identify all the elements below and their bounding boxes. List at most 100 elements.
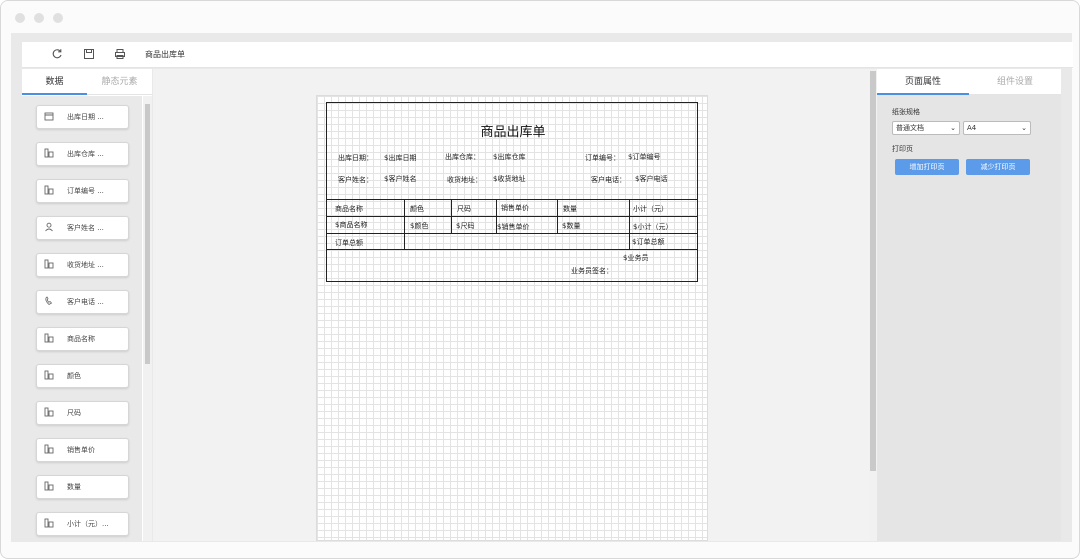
tab-page-properties[interactable]: 页面属性 <box>877 69 969 95</box>
paper-spec-label: 纸张规格 <box>892 108 920 116</box>
table-header-cell[interactable]: 尺码 <box>457 204 471 214</box>
window-control-dot[interactable] <box>53 13 63 23</box>
scrollbar-thumb[interactable] <box>145 104 150 364</box>
data-item-label: 尺码 <box>67 409 81 417</box>
order-no-value[interactable]: $订单编号 <box>628 152 660 162</box>
table-header-cell[interactable]: 销售单价 <box>501 203 529 213</box>
outbound-form[interactable]: 商品出库单 出库日期： $出库日期 出库仓库： $出库仓库 订单编号： $订单编… <box>326 102 698 282</box>
data-item-customer-name[interactable]: 客户姓名 ... <box>36 216 129 240</box>
customer-name-label[interactable]: 客户姓名： <box>338 175 373 185</box>
address-value[interactable]: $收货地址 <box>493 174 525 184</box>
table-header-cell[interactable]: 颜色 <box>410 204 424 214</box>
field-icon <box>43 518 55 530</box>
data-item-quantity[interactable]: 数量 <box>36 475 129 499</box>
phone-value[interactable]: $客户电话 <box>635 174 667 184</box>
table-header-cell[interactable]: 商品名称 <box>335 204 363 214</box>
form-title[interactable]: 商品出库单 <box>327 121 699 140</box>
canvas-scrollbar[interactable] <box>869 69 877 541</box>
total-label[interactable]: 订单总额 <box>335 238 363 248</box>
table-border <box>451 199 452 233</box>
warehouse-label[interactable]: 出库仓库： <box>445 152 480 162</box>
paper-type-select[interactable]: 普通文档 ⌄ <box>892 121 960 135</box>
data-item-order-no[interactable]: 订单编号 ... <box>36 179 129 203</box>
print-icon[interactable] <box>113 48 127 62</box>
table-cell[interactable]: $颜色 <box>410 221 428 231</box>
document-title: 商品出库单 <box>145 50 185 59</box>
chevron-down-icon: ⌄ <box>1021 124 1027 132</box>
right-tabs: 页面属性 组件设置 <box>877 69 1061 95</box>
table-cell[interactable]: $小计（元） <box>633 222 672 232</box>
data-item-label: 客户姓名 ... <box>67 224 104 232</box>
field-icon <box>43 148 55 160</box>
left-panel: 数据 静态元素 出库日期 ... 出库仓库 ... 订单编号 ... 客户姓名 … <box>22 69 152 541</box>
field-icon <box>43 333 55 345</box>
remove-print-page-button[interactable]: 减少打印页 <box>966 159 1030 175</box>
data-item-phone[interactable]: 客户电话 ... <box>36 290 129 314</box>
data-item-warehouse[interactable]: 出库仓库 ... <box>36 142 129 166</box>
tab-data[interactable]: 数据 <box>22 69 87 95</box>
tab-static-elements[interactable]: 静态元素 <box>87 69 152 95</box>
window-titlebar <box>1 1 1079 33</box>
data-item-product-name[interactable]: 商品名称 <box>36 327 129 351</box>
calendar-icon <box>43 111 55 123</box>
phone-label[interactable]: 客户电话： <box>591 175 626 185</box>
data-item-label: 订单编号 ... <box>67 187 104 195</box>
field-icon <box>43 185 55 197</box>
data-item-size[interactable]: 尺码 <box>36 401 129 425</box>
out-date-label[interactable]: 出库日期： <box>338 153 373 163</box>
left-scrollbar[interactable] <box>143 96 152 541</box>
field-icon <box>43 259 55 271</box>
user-icon <box>43 222 55 234</box>
save-icon[interactable] <box>82 48 96 62</box>
data-item-label: 销售单价 <box>67 446 95 454</box>
data-item-label: 客户电话 ... <box>67 298 104 306</box>
window-control-dot[interactable] <box>34 13 44 23</box>
data-item-subtotal[interactable]: 小计（元）... <box>36 512 129 536</box>
chevron-down-icon: ⌄ <box>950 124 956 132</box>
table-border <box>629 199 630 249</box>
field-icon <box>43 407 55 419</box>
field-icon <box>43 481 55 493</box>
data-item-out-date[interactable]: 出库日期 ... <box>36 105 129 129</box>
salesman-signature-label[interactable]: 业务员签名： <box>571 266 613 276</box>
address-label[interactable]: 收货地址： <box>447 175 482 185</box>
window-control-dot[interactable] <box>15 13 25 23</box>
paper-size-value: A4 <box>967 124 977 132</box>
field-icon <box>43 444 55 456</box>
salesman-value[interactable]: $业务员 <box>623 253 648 263</box>
table-border <box>327 199 697 200</box>
table-header-cell[interactable]: 小计（元） <box>633 204 668 214</box>
scrollbar-thumb[interactable] <box>870 71 876 471</box>
data-item-address[interactable]: 收货地址 ... <box>36 253 129 277</box>
table-header-cell[interactable]: 数量 <box>563 204 577 214</box>
customer-name-value[interactable]: $客户姓名 <box>384 174 416 184</box>
tab-component-settings[interactable]: 组件设置 <box>969 69 1061 95</box>
refresh-icon[interactable] <box>50 48 64 62</box>
phone-icon <box>43 296 55 308</box>
table-border <box>327 233 697 234</box>
data-item-color[interactable]: 颜色 <box>36 364 129 388</box>
left-tabs: 数据 静态元素 <box>22 69 152 95</box>
paper-size-select[interactable]: A4 ⌄ <box>963 121 1031 135</box>
table-cell[interactable]: $销售单价 <box>497 222 529 232</box>
table-border <box>557 199 558 233</box>
table-cell[interactable]: $商品名称 <box>335 220 367 230</box>
warehouse-value[interactable]: $出库仓库 <box>493 152 525 162</box>
add-print-page-button[interactable]: 增加打印页 <box>895 159 959 175</box>
right-panel: 页面属性 组件设置 纸张规格 普通文档 ⌄ A4 ⌄ 打印页 增加打印页 减少打… <box>877 69 1061 541</box>
table-cell[interactable]: $尺码 <box>456 221 474 231</box>
data-item-label: 出库仓库 ... <box>67 150 104 158</box>
app-body: 商品出库单 数据 静态元素 出库日期 ... 出库仓库 ... 订单编号 ...… <box>11 33 1073 542</box>
out-date-value[interactable]: $出库日期 <box>384 153 416 163</box>
print-page[interactable]: 商品出库单 出库日期： $出库日期 出库仓库： $出库仓库 订单编号： $订单编… <box>316 95 708 541</box>
table-border <box>327 216 697 217</box>
app-window: 商品出库单 数据 静态元素 出库日期 ... 出库仓库 ... 订单编号 ...… <box>0 0 1080 559</box>
order-no-label[interactable]: 订单编号： <box>585 153 620 163</box>
data-item-label: 收货地址 ... <box>67 261 104 269</box>
paper-type-value: 普通文档 <box>896 124 924 132</box>
design-canvas: 商品出库单 出库日期： $出库日期 出库仓库： $出库仓库 订单编号： $订单编… <box>153 69 869 541</box>
table-cell[interactable]: $数量 <box>562 221 580 231</box>
total-value[interactable]: $订单总额 <box>632 237 664 247</box>
data-item-unit-price[interactable]: 销售单价 <box>36 438 129 462</box>
data-item-label: 商品名称 <box>67 335 95 343</box>
